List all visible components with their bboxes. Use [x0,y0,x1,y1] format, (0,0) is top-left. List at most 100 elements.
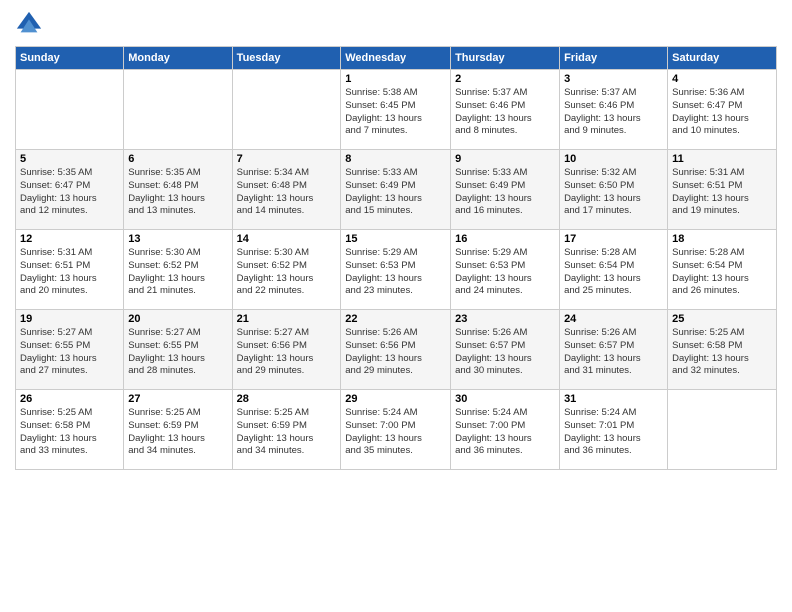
day-info: Sunrise: 5:27 AM Sunset: 6:56 PM Dayligh… [237,327,337,378]
day-number: 20 [128,313,227,325]
day-number: 15 [345,233,446,245]
calendar-cell: 12Sunrise: 5:31 AM Sunset: 6:51 PM Dayli… [16,230,124,310]
day-number: 22 [345,313,446,325]
day-info: Sunrise: 5:35 AM Sunset: 6:47 PM Dayligh… [20,167,119,218]
page-container: SundayMondayTuesdayWednesdayThursdayFrid… [0,0,792,480]
weekday-header: Sunday [16,47,124,70]
day-number: 6 [128,153,227,165]
day-info: Sunrise: 5:26 AM Sunset: 6:56 PM Dayligh… [345,327,446,378]
day-number: 2 [455,73,555,85]
day-number: 19 [20,313,119,325]
calendar-cell: 28 Sunrise: 5:25 AM Sunset: 6:59 PM Dayli… [232,390,341,470]
calendar-cell: 22 Sunrise: 5:26 AM Sunset: 6:56 PM Dayli… [341,310,451,390]
calendar-cell [232,70,341,150]
day-info: Sunrise: 5:25 AM Sunset: 6:59 PM Dayligh… [237,407,337,458]
day-number: 24 [564,313,663,325]
day-number: 5 [20,153,119,165]
day-info: Sunrise: 5:33 AM Sunset: 6:49 PM Dayligh… [455,167,555,218]
day-number: 25 [672,313,772,325]
calendar-cell: 29 Sunrise: 5:24 AM Sunset: 7:00 PM Dayli… [341,390,451,470]
weekday-header: Thursday [451,47,560,70]
day-info: Sunrise: 5:32 AM Sunset: 6:50 PM Dayligh… [564,167,663,218]
day-number: 21 [237,313,337,325]
calendar-cell: 3 Sunrise: 5:37 AM Sunset: 6:46 PM Daylig… [560,70,668,150]
calendar-cell: 30 Sunrise: 5:24 AM Sunset: 7:00 PM Dayli… [451,390,560,470]
calendar-table: SundayMondayTuesdayWednesdayThursdayFrid… [15,46,777,470]
day-number: 30 [455,393,555,405]
calendar-cell: 26 Sunrise: 5:25 AM Sunset: 6:58 PM Dayli… [16,390,124,470]
day-info: Sunrise: 5:33 AM Sunset: 6:49 PM Dayligh… [345,167,446,218]
calendar-cell: 7 Sunrise: 5:34 AM Sunset: 6:48 PM Daylig… [232,150,341,230]
day-info: Sunrise: 5:29 AM Sunset: 6:53 PM Dayligh… [345,247,446,298]
calendar-row: 1 Sunrise: 5:38 AM Sunset: 6:45 PM Daylig… [16,70,777,150]
day-info: Sunrise: 5:34 AM Sunset: 6:48 PM Dayligh… [237,167,337,218]
calendar-cell: 8 Sunrise: 5:33 AM Sunset: 6:49 PM Daylig… [341,150,451,230]
day-info: Sunrise: 5:24 AM Sunset: 7:00 PM Dayligh… [345,407,446,458]
day-number: 31 [564,393,663,405]
day-info: Sunrise: 5:30 AM Sunset: 6:52 PM Dayligh… [237,247,337,298]
calendar-cell: 15 Sunrise: 5:29 AM Sunset: 6:53 PM Dayli… [341,230,451,310]
weekday-header: Friday [560,47,668,70]
calendar-cell: 20 Sunrise: 5:27 AM Sunset: 6:55 PM Dayli… [124,310,232,390]
calendar-cell: 27Sunrise: 5:25 AM Sunset: 6:59 PM Dayli… [124,390,232,470]
day-info: Sunrise: 5:28 AM Sunset: 6:54 PM Dayligh… [564,247,663,298]
day-number: 9 [455,153,555,165]
logo [15,10,45,38]
calendar-cell: 16 Sunrise: 5:29 AM Sunset: 6:53 PM Dayli… [451,230,560,310]
day-info: Sunrise: 5:26 AM Sunset: 6:57 PM Dayligh… [455,327,555,378]
weekday-header: Wednesday [341,47,451,70]
calendar-cell: 10 Sunrise: 5:32 AM Sunset: 6:50 PM Dayli… [560,150,668,230]
calendar-row: 19 Sunrise: 5:27 AM Sunset: 6:55 PM Dayli… [16,310,777,390]
day-info: Sunrise: 5:24 AM Sunset: 7:01 PM Dayligh… [564,407,663,458]
day-info: Sunrise: 5:27 AM Sunset: 6:55 PM Dayligh… [128,327,227,378]
day-number: 13 [128,233,227,245]
day-info: Sunrise: 5:38 AM Sunset: 6:45 PM Dayligh… [345,87,446,138]
weekday-header: Saturday [668,47,777,70]
day-info: Sunrise: 5:37 AM Sunset: 6:46 PM Dayligh… [564,87,663,138]
day-number: 29 [345,393,446,405]
calendar-cell: 1 Sunrise: 5:38 AM Sunset: 6:45 PM Daylig… [341,70,451,150]
calendar-cell [124,70,232,150]
weekday-header: Monday [124,47,232,70]
header [15,10,777,38]
day-info: Sunrise: 5:25 AM Sunset: 6:58 PM Dayligh… [672,327,772,378]
calendar-cell: 17 Sunrise: 5:28 AM Sunset: 6:54 PM Dayli… [560,230,668,310]
day-info: Sunrise: 5:29 AM Sunset: 6:53 PM Dayligh… [455,247,555,298]
day-number: 10 [564,153,663,165]
day-info: Sunrise: 5:31 AM Sunset: 6:51 PM Dayligh… [672,167,772,218]
calendar-cell: 6 Sunrise: 5:35 AM Sunset: 6:48 PM Daylig… [124,150,232,230]
day-number: 17 [564,233,663,245]
day-number: 3 [564,73,663,85]
calendar-cell: 23 Sunrise: 5:26 AM Sunset: 6:57 PM Dayli… [451,310,560,390]
calendar-cell: 2 Sunrise: 5:37 AM Sunset: 6:46 PM Daylig… [451,70,560,150]
logo-icon [15,10,43,38]
day-info: Sunrise: 5:37 AM Sunset: 6:46 PM Dayligh… [455,87,555,138]
calendar-row: 5 Sunrise: 5:35 AM Sunset: 6:47 PM Daylig… [16,150,777,230]
calendar-cell: 4Sunrise: 5:36 AM Sunset: 6:47 PM Daylig… [668,70,777,150]
day-number: 7 [237,153,337,165]
day-number: 11 [672,153,772,165]
day-info: Sunrise: 5:30 AM Sunset: 6:52 PM Dayligh… [128,247,227,298]
day-number: 12 [20,233,119,245]
day-number: 28 [237,393,337,405]
day-info: Sunrise: 5:28 AM Sunset: 6:54 PM Dayligh… [672,247,772,298]
day-number: 1 [345,73,446,85]
calendar-cell: 25 Sunrise: 5:25 AM Sunset: 6:58 PM Dayli… [668,310,777,390]
day-info: Sunrise: 5:25 AM Sunset: 6:59 PM Dayligh… [128,407,227,458]
calendar-cell [668,390,777,470]
calendar-cell [16,70,124,150]
day-info: Sunrise: 5:27 AM Sunset: 6:55 PM Dayligh… [20,327,119,378]
calendar-cell: 14 Sunrise: 5:30 AM Sunset: 6:52 PM Dayli… [232,230,341,310]
day-info: Sunrise: 5:24 AM Sunset: 7:00 PM Dayligh… [455,407,555,458]
day-info: Sunrise: 5:35 AM Sunset: 6:48 PM Dayligh… [128,167,227,218]
day-number: 23 [455,313,555,325]
day-info: Sunrise: 5:25 AM Sunset: 6:58 PM Dayligh… [20,407,119,458]
day-number: 16 [455,233,555,245]
calendar-cell: 9 Sunrise: 5:33 AM Sunset: 6:49 PM Daylig… [451,150,560,230]
day-number: 4 [672,73,772,85]
calendar-cell: 21 Sunrise: 5:27 AM Sunset: 6:56 PM Dayli… [232,310,341,390]
calendar-cell: 24Sunrise: 5:26 AM Sunset: 6:57 PM Dayli… [560,310,668,390]
day-number: 26 [20,393,119,405]
day-number: 8 [345,153,446,165]
day-number: 14 [237,233,337,245]
